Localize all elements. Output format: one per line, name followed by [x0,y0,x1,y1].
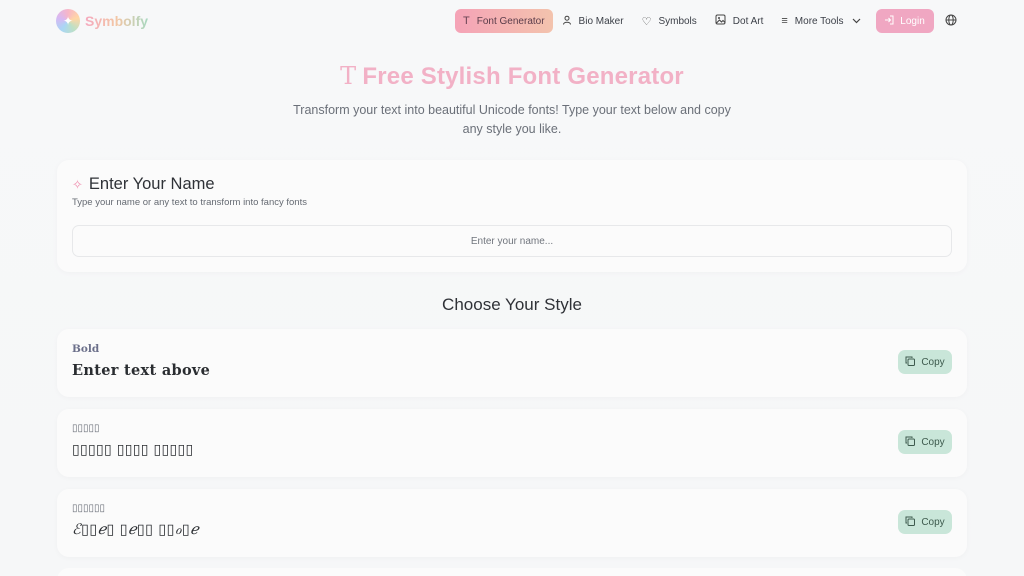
nav-item-label: Dot Art [732,15,764,27]
logo-sparkle-icon: ✦ [56,9,80,33]
copy-label: Copy [921,436,945,448]
card-title: Enter Your Name [88,175,215,193]
nav-item-label: Font Generator [476,15,545,27]
nav-item-label: Symbols [658,15,697,27]
login-icon [884,15,894,28]
chevron-down-icon [852,16,861,26]
login-label: Login [900,15,925,27]
menu-icon: ≡ [781,15,788,27]
style-preview: Enter text above [72,362,211,379]
style-card-bold: Bold Enter text above Copy [57,329,967,397]
copy-label: Copy [921,356,945,368]
style-name: Bold [72,343,100,355]
copy-button[interactable]: Copy [898,350,952,374]
copy-button[interactable]: Copy [898,430,952,454]
nav-item-symbols[interactable]: ♡ Symbols [633,9,706,33]
card-description: Type your name or any text to transform … [72,197,307,208]
top-nav: ✦ Symbolfy T Font Generator Bio Maker ♡ … [0,0,1024,42]
style-name: ▯▯▯▯▯▯ [72,503,106,514]
style-preview: ▯▯▯▯▯ ▯▯▯▯ ▯▯▯▯▯ [72,442,194,458]
nav-item-more-tools[interactable]: ≡ More Tools [772,9,869,33]
name-input-card: ✧ Enter Your Name Type your name or any … [57,160,967,272]
copy-icon [905,516,916,529]
name-input[interactable] [72,225,952,257]
copy-icon [905,436,916,449]
brand-logo[interactable]: ✦ Symbolfy [56,9,148,33]
style-card-boxed: ▯▯▯▯▯ ▯▯▯▯▯ ▯▯▯▯ ▯▯▯▯▯ Copy [57,409,967,477]
user-icon [562,15,572,28]
brand-name: Symbolfy [85,13,149,29]
nav-item-bio-maker[interactable]: Bio Maker [553,9,633,33]
next-style-card-edge [57,568,967,576]
card-header: ✧ Enter Your Name [72,175,215,194]
copy-label: Copy [921,516,945,528]
login-button[interactable]: Login [875,9,934,33]
copy-icon [905,356,916,369]
copy-button[interactable]: Copy [898,510,952,534]
page-title: T Free Stylish Font Generator [0,62,1024,91]
nav-item-label: More Tools [794,15,844,27]
nav-item-font-generator[interactable]: T Font Generator [455,9,553,33]
style-name: ▯▯▯▯▯ [72,423,100,434]
text-t-icon: T [463,15,470,27]
section-title: Choose Your Style [442,295,582,314]
image-icon [715,14,726,28]
style-preview: ℰ▯▯ℯ▯ ▯ℯ▯▯ ▯▯ℴ▯ℯ [72,522,200,538]
nav-item-label: Bio Maker [578,15,624,27]
text-t-icon: T [340,62,357,90]
page-title-text: Free Stylish Font Generator [362,63,684,90]
globe-icon[interactable] [945,14,957,29]
style-card-script: ▯▯▯▯▯▯ ℰ▯▯ℯ▯ ▯ℯ▯▯ ▯▯ℴ▯ℯ Copy [57,489,967,557]
sparkle-icon: ✧ [72,176,83,192]
heart-icon: ♡ [641,15,652,28]
page-subtitle: Transform your text into beautiful Unico… [293,103,731,136]
nav-item-dot-art[interactable]: Dot Art [706,9,773,33]
nav-menu: T Font Generator Bio Maker ♡ Symbols Dot… [455,9,957,33]
